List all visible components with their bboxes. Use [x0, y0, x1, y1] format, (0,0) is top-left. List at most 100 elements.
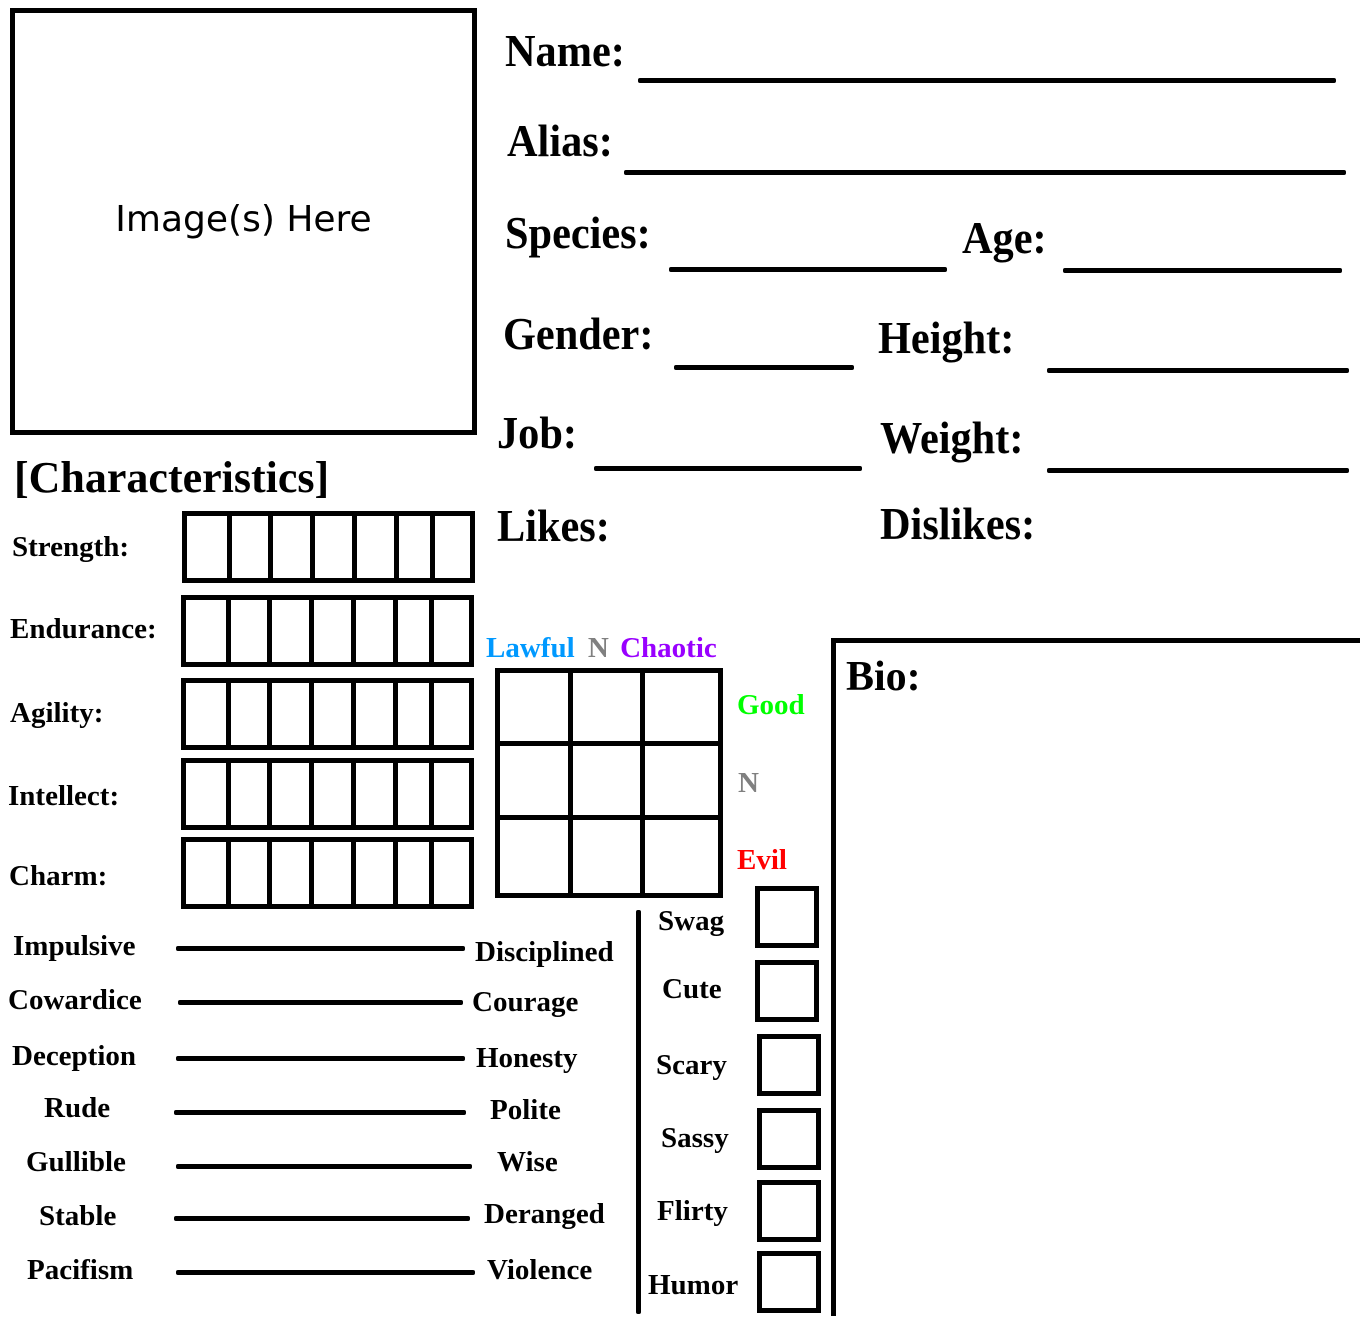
evil-label: Evil — [737, 844, 787, 876]
good-label: Good — [737, 689, 805, 721]
stat-cell[interactable] — [356, 763, 398, 825]
stat-cell[interactable] — [399, 516, 435, 578]
stat-cell[interactable] — [232, 516, 273, 578]
scale-left-label: Gullible — [26, 1146, 126, 1178]
stat-cell[interactable] — [434, 763, 469, 825]
alignment-cell-chaotic-neutral[interactable] — [645, 746, 718, 820]
scale-slider-impulsive-disciplined[interactable] — [176, 946, 465, 951]
stat-cell[interactable] — [434, 842, 469, 904]
trait-label-humor: Humor — [648, 1269, 739, 1301]
job-field[interactable] — [594, 466, 862, 471]
weight-field[interactable] — [1047, 468, 1349, 473]
alignment-cell-lawful-good[interactable] — [500, 673, 573, 747]
trait-label-cute: Cute — [662, 973, 722, 1005]
stat-cell[interactable] — [398, 683, 434, 745]
species-label: Species: — [505, 207, 651, 258]
image-placeholder-box[interactable]: Image(s) Here — [10, 8, 477, 435]
stat-bar-agility[interactable] — [181, 678, 474, 750]
scale-right-label: Deranged — [484, 1198, 605, 1230]
neutral-horizontal-text: N — [587, 632, 609, 664]
stat-cell[interactable] — [187, 516, 232, 578]
stat-cell[interactable] — [434, 683, 469, 745]
stat-cell[interactable] — [314, 842, 357, 904]
stat-cell[interactable] — [435, 516, 470, 578]
stat-cell[interactable] — [434, 600, 469, 662]
likes-label: Likes: — [497, 500, 610, 551]
height-field[interactable] — [1047, 368, 1349, 373]
stat-bar-intellect[interactable] — [181, 758, 474, 830]
stat-cell[interactable] — [314, 683, 357, 745]
stat-label-endurance: Endurance: — [10, 613, 157, 645]
stat-bar-charm[interactable] — [181, 837, 474, 909]
stat-cell[interactable] — [314, 763, 357, 825]
scale-slider-deception-honesty[interactable] — [176, 1056, 465, 1061]
stat-cell[interactable] — [273, 516, 316, 578]
stat-cell[interactable] — [272, 763, 315, 825]
trait-checkbox-swag[interactable] — [755, 886, 819, 948]
alignment-cell-true-neutral[interactable] — [572, 746, 646, 820]
trait-checkbox-scary[interactable] — [757, 1034, 821, 1096]
stat-cell[interactable] — [356, 842, 398, 904]
age-field[interactable] — [1063, 268, 1342, 273]
name-field[interactable] — [638, 78, 1336, 83]
stat-bar-endurance[interactable] — [181, 595, 474, 667]
scale-left-label: Cowardice — [8, 984, 142, 1016]
scale-slider-cowardice-courage[interactable] — [178, 1000, 463, 1005]
stat-cell[interactable] — [315, 516, 358, 578]
scale-right-label: Wise — [497, 1146, 558, 1178]
scale-right-label: Disciplined — [475, 936, 614, 968]
trait-checkbox-cute[interactable] — [755, 960, 819, 1022]
scale-right-label: Honesty — [476, 1042, 578, 1074]
bio-textarea[interactable] — [831, 638, 1360, 1316]
stat-cell[interactable] — [231, 683, 272, 745]
alignment-cell-lawful-evil[interactable] — [500, 819, 573, 893]
trait-checkbox-humor[interactable] — [757, 1251, 821, 1313]
scale-slider-gullible-wise[interactable] — [176, 1164, 472, 1169]
stat-label-intellect: Intellect: — [8, 780, 120, 812]
stat-cell[interactable] — [398, 842, 434, 904]
height-label: Height: — [878, 312, 1015, 363]
stat-cell[interactable] — [398, 763, 434, 825]
stat-cell[interactable] — [231, 763, 272, 825]
bio-label: Bio: — [846, 654, 921, 700]
stat-cell[interactable] — [186, 763, 231, 825]
gender-field[interactable] — [674, 365, 854, 370]
alias-label: Alias: — [507, 115, 613, 166]
scale-left-label: Pacifism — [27, 1254, 134, 1286]
stat-cell[interactable] — [272, 683, 315, 745]
stat-bar-strength[interactable] — [182, 511, 475, 583]
scale-right-label: Violence — [487, 1254, 593, 1286]
alias-field[interactable] — [624, 170, 1346, 175]
stat-cell[interactable] — [231, 842, 272, 904]
alignment-cell-neutral-good[interactable] — [572, 673, 646, 747]
job-label: Job: — [497, 407, 577, 458]
scale-slider-rude-polite[interactable] — [174, 1110, 466, 1115]
stat-cell[interactable] — [186, 683, 231, 745]
dislikes-label: Dislikes: — [880, 498, 1036, 549]
alignment-cell-chaotic-good[interactable] — [645, 673, 718, 747]
trait-checkbox-flirty[interactable] — [757, 1180, 821, 1242]
stat-cell[interactable] — [357, 516, 399, 578]
traits-divider-left — [636, 910, 641, 1314]
scale-left-label: Rude — [44, 1092, 111, 1124]
alignment-cell-lawful-neutral[interactable] — [500, 746, 573, 820]
stat-cell[interactable] — [314, 600, 357, 662]
stat-cell[interactable] — [186, 600, 231, 662]
alignment-cell-chaotic-evil[interactable] — [645, 820, 718, 893]
stat-cell[interactable] — [356, 683, 398, 745]
stat-cell[interactable] — [186, 842, 231, 904]
stat-cell[interactable] — [272, 842, 315, 904]
stat-cell[interactable] — [231, 600, 272, 662]
species-field[interactable] — [669, 267, 947, 272]
name-label: Name: — [505, 25, 625, 76]
stat-cell[interactable] — [398, 600, 434, 662]
trait-checkbox-sassy[interactable] — [757, 1108, 821, 1170]
stat-cell[interactable] — [356, 600, 398, 662]
scale-slider-stable-deranged[interactable] — [174, 1216, 470, 1221]
stat-cell[interactable] — [272, 600, 315, 662]
characteristics-title: [Characteristics] — [14, 453, 330, 502]
scale-slider-pacifism-violence[interactable] — [176, 1270, 475, 1275]
chaotic-text: Chaotic — [620, 632, 717, 664]
trait-label-flirty: Flirty — [657, 1195, 728, 1227]
alignment-cell-neutral-evil[interactable] — [573, 819, 646, 893]
